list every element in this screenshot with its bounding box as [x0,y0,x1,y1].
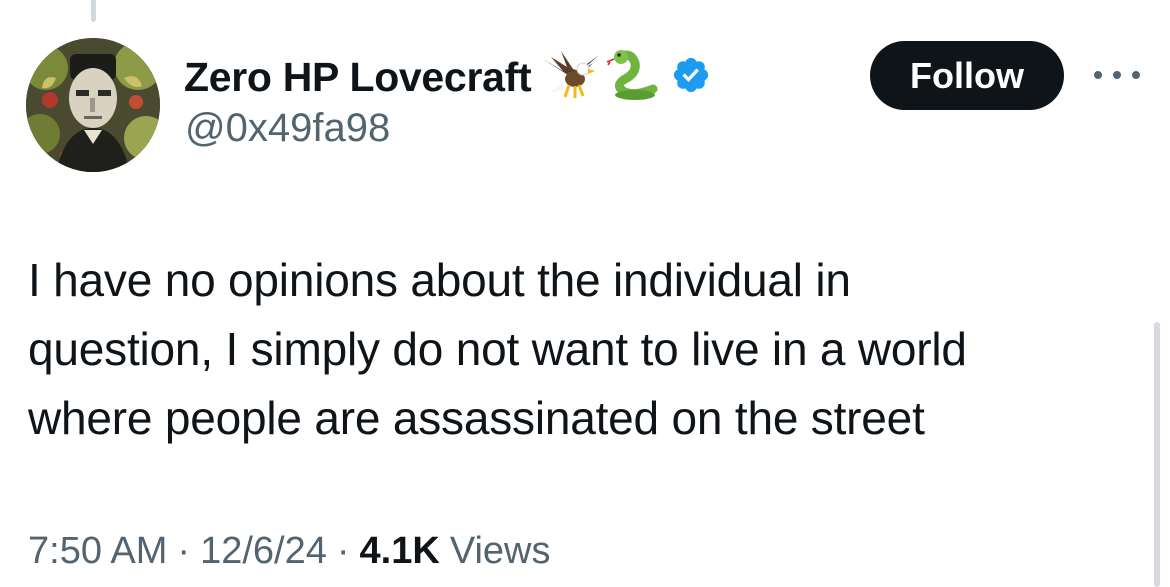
views-count: 4.1K [359,530,440,572]
tweet-text: I have no opinions about the individual … [28,254,967,444]
eagle-emoji-icon [541,49,601,106]
snake-emoji-icon [605,49,661,106]
more-options-button[interactable] [1094,66,1140,84]
views-label: Views [449,530,551,572]
tweet-time[interactable]: 7:50 AM [28,530,167,573]
avatar[interactable] [26,38,160,172]
meta-separator: · [336,530,350,572]
verified-badge-icon[interactable] [671,55,711,100]
more-horizontal-icon-dot [1132,71,1140,79]
scrollbar[interactable] [1154,322,1160,587]
more-horizontal-icon [1094,71,1102,79]
author-display-name[interactable]: Zero HP Lovecraft [184,54,532,101]
tweet-date[interactable]: 12/6/24 [200,530,327,573]
thread-connector-line [91,0,96,22]
follow-button[interactable]: Follow [870,41,1064,110]
more-horizontal-icon-dot [1113,71,1121,79]
author-name-row: Zero HP Lovecraft [184,49,711,106]
tweet-meta-row: 7:50 AM · 12/6/24 · 4.1K Views [28,530,551,573]
author-handle[interactable]: @0x49fa98 [185,106,390,151]
avatar-image [26,38,160,172]
meta-separator: · [177,530,191,572]
